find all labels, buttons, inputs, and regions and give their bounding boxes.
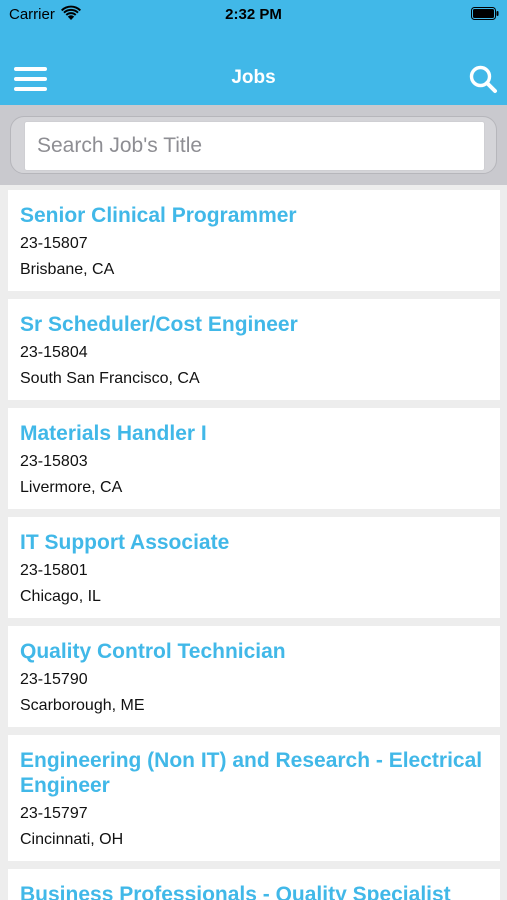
job-card[interactable]: Business Professionals - Quality Special…: [8, 869, 500, 900]
job-id: 23-15804: [20, 344, 88, 361]
search-button[interactable]: [468, 64, 498, 94]
app-header: Carrier 2:32 PM Jobs: [0, 0, 507, 105]
job-location: Brisbane, CA: [20, 261, 115, 278]
job-card[interactable]: Sr Scheduler/Cost Engineer 23-15804 South …: [8, 299, 500, 400]
job-id: 23-15807: [20, 235, 88, 252]
job-title: Senior Clinical Programmer: [20, 204, 297, 227]
job-title: Sr Scheduler/Cost Engineer: [20, 313, 298, 336]
job-title: Materials Handler I: [20, 422, 207, 445]
page-title: Jobs: [231, 67, 276, 88]
status-bar: Carrier 2:32 PM: [0, 0, 507, 30]
job-card[interactable]: Senior Clinical Programmer 23-15807 Brisba…: [8, 190, 500, 291]
job-location: Scarborough, ME: [20, 697, 145, 714]
job-card[interactable]: Quality Control Technician 23-15790 Scarbo…: [8, 626, 500, 727]
jobs-screen: Carrier 2:32 PM Jobs Search Job's Title …: [0, 0, 507, 900]
job-location: South San Francisco, CA: [20, 370, 200, 387]
job-id: 23-15790: [20, 671, 88, 688]
battery-icon: [471, 7, 499, 20]
job-id: 23-15797: [20, 805, 88, 822]
job-title: Business Professionals - Quality Special…: [20, 883, 451, 900]
job-id: 23-15801: [20, 562, 88, 579]
job-location: Cincinnati, OH: [20, 831, 124, 848]
job-location: Chicago, IL: [20, 588, 101, 605]
job-card[interactable]: IT Support Associate 23-15801 Chicago, IL: [8, 517, 500, 618]
job-title: Engineering (Non IT) and Research - Elec…: [20, 749, 483, 797]
status-time: 2:32 PM: [225, 6, 282, 23]
job-id: 23-15803: [20, 453, 88, 470]
search-field-frame: [10, 116, 497, 174]
job-card[interactable]: Engineering (Non IT) and Research - Elec…: [8, 735, 500, 861]
job-list: Senior Clinical Programmer 23-15807 Brisba…: [0, 190, 507, 900]
search-bar-area: [0, 105, 507, 185]
job-title: Quality Control Technician: [20, 640, 286, 663]
search-input[interactable]: [24, 121, 485, 171]
job-location: Livermore, CA: [20, 479, 123, 496]
job-card[interactable]: Materials Handler I 23-15803 Livermore, CA: [8, 408, 500, 509]
job-title: IT Support Associate: [20, 531, 230, 554]
search-icon: [469, 65, 497, 93]
navigation-bar: Jobs: [0, 48, 507, 105]
